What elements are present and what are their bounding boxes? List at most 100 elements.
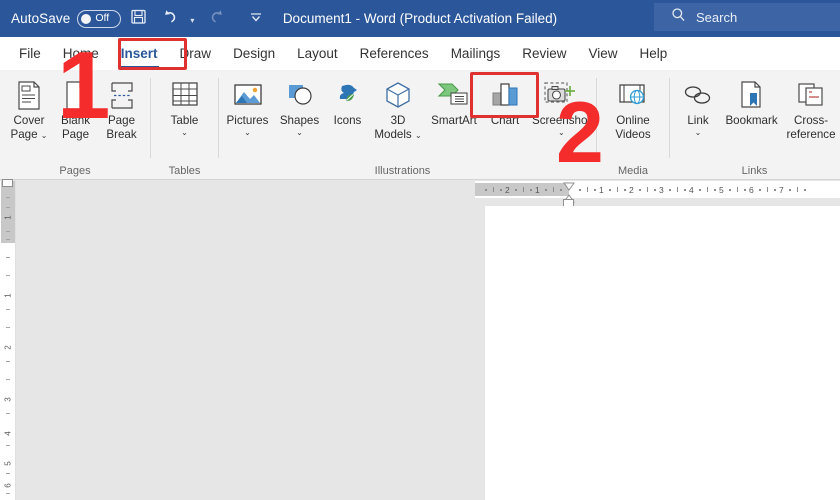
- page-break-button[interactable]: Page Break: [100, 76, 144, 141]
- ribbon-group-media: Online Videos Media: [597, 70, 669, 180]
- chevron-down-icon[interactable]: ⌄: [181, 128, 188, 138]
- tab-help[interactable]: Help: [629, 37, 679, 70]
- chevron-down-icon: ▾: [190, 15, 195, 25]
- tab-view[interactable]: View: [577, 37, 628, 70]
- page-break-label-line2: Break: [106, 127, 137, 141]
- search-placeholder: Search: [696, 9, 738, 25]
- document-page[interactable]: [485, 206, 840, 500]
- horizontal-ruler[interactable]: 2 1 1 2 3 4 5 6 7: [475, 181, 840, 198]
- page-gutter: [475, 198, 485, 500]
- cross-reference-button[interactable]: Cross- reference: [783, 76, 839, 141]
- group-label-pages: Pages: [59, 165, 91, 177]
- autosave-toggle[interactable]: Off: [77, 9, 122, 28]
- search-icon: [671, 7, 686, 27]
- chevron-down-icon[interactable]: ⌄: [558, 128, 565, 138]
- 3d-models-button[interactable]: 3D Models ⌄: [370, 76, 426, 141]
- vruler-num-6: 5: [3, 461, 13, 466]
- shapes-icon: [284, 78, 316, 112]
- autosave-label: AutoSave: [11, 11, 71, 26]
- cover-page-label-line2: Page ⌄: [10, 128, 47, 142]
- title-bar: AutoSave Off ▾ Document1 - Word (Product…: [0, 0, 840, 37]
- table-button[interactable]: Table ⌄: [163, 76, 207, 138]
- chevron-down-icon[interactable]: ⌄: [41, 131, 48, 140]
- pictures-label: Pictures: [226, 114, 269, 127]
- hruler-num-2: 2: [629, 185, 634, 195]
- tab-mailings[interactable]: Mailings: [440, 37, 512, 70]
- tab-file[interactable]: File: [8, 37, 52, 70]
- smartart-button[interactable]: SmartArt: [426, 76, 482, 128]
- chart-button[interactable]: Chart: [482, 76, 528, 128]
- bookmark-button[interactable]: Bookmark: [722, 76, 781, 128]
- chart-label: Chart: [490, 114, 520, 127]
- screenshot-label: Screenshot: [532, 114, 591, 127]
- ribbon-group-links: Link ⌄ Bookmark Cross- reference Links: [670, 70, 839, 180]
- tab-insert[interactable]: Insert: [110, 37, 169, 70]
- vruler-num-5: 4: [3, 431, 13, 436]
- icons-icon: [332, 78, 364, 112]
- group-label-links: Links: [741, 165, 768, 177]
- icons-button[interactable]: Icons: [325, 76, 370, 128]
- bookmark-icon: [737, 78, 767, 112]
- blank-page-label-line2: Page: [61, 127, 90, 141]
- chart-icon: [489, 78, 521, 112]
- hanging-indent-handle[interactable]: [563, 190, 575, 203]
- online-videos-button[interactable]: Online Videos: [611, 76, 655, 141]
- tab-design[interactable]: Design: [222, 37, 286, 70]
- ribbon-groups: Cover Page ⌄ Blank Page Page Break Pages…: [0, 70, 840, 180]
- 3d-models-label: 3D: [390, 114, 406, 127]
- cross-reference-label: Cross-: [793, 114, 829, 127]
- tab-layout[interactable]: Layout: [286, 37, 349, 70]
- hruler-num-1: 1: [599, 185, 604, 195]
- cover-page-label: Cover: [13, 114, 45, 127]
- blank-page-button[interactable]: Blank Page: [54, 76, 98, 141]
- ribbon: Cover Page ⌄ Blank Page Page Break Pages…: [0, 70, 840, 180]
- pictures-button[interactable]: Pictures ⌄: [221, 76, 274, 138]
- customize-quick-access-toolbar-button[interactable]: [241, 4, 271, 34]
- vertical-margin-handle[interactable]: [2, 179, 13, 187]
- tab-home[interactable]: Home: [52, 37, 110, 70]
- chevron-down-icon[interactable]: ⌄: [695, 128, 702, 138]
- customize-qat-icon: [248, 10, 264, 28]
- shapes-label: Shapes: [279, 114, 320, 127]
- document-canvas-left: [17, 181, 475, 500]
- group-label-tables: Tables: [168, 165, 201, 177]
- tab-review[interactable]: Review: [511, 37, 577, 70]
- cover-page-icon: [15, 78, 43, 112]
- tab-draw[interactable]: Draw: [169, 37, 223, 70]
- shapes-button[interactable]: Shapes ⌄: [274, 76, 325, 138]
- save-button[interactable]: [123, 4, 153, 34]
- 3d-models-label-line2: Models ⌄: [374, 128, 421, 142]
- hruler-num-1-left: 1: [535, 185, 540, 195]
- online-videos-label: Online: [616, 114, 650, 127]
- ribbon-group-tables: Table ⌄ Tables: [151, 70, 218, 180]
- autosave-toggle-state: Off: [95, 12, 110, 25]
- pictures-icon: [232, 78, 264, 112]
- table-label: Table: [170, 114, 199, 127]
- link-icon: [682, 78, 714, 112]
- undo-button[interactable]: [155, 4, 185, 34]
- bookmark-label: Bookmark: [725, 114, 778, 127]
- ribbon-group-illustrations: Pictures ⌄ Shapes ⌄ Icons 3D Models ⌄ Sm…: [219, 70, 596, 180]
- autosave-toggle-knob: [81, 13, 92, 24]
- chevron-down-icon[interactable]: ⌄: [415, 131, 422, 140]
- tab-references[interactable]: References: [349, 37, 440, 70]
- vruler-num-3: 2: [3, 345, 13, 350]
- group-label-illustrations: Illustrations: [374, 165, 431, 177]
- table-icon: [168, 78, 202, 112]
- chevron-down-icon[interactable]: ⌄: [244, 128, 251, 138]
- cover-page-label2-text: Page: [10, 127, 38, 141]
- screenshot-button[interactable]: Screenshot ⌄: [528, 76, 595, 138]
- link-button[interactable]: Link ⌄: [676, 76, 720, 138]
- search-box[interactable]: Search: [654, 3, 840, 31]
- cross-reference-icon: [795, 78, 827, 112]
- hruler-num-7: 7: [779, 185, 784, 195]
- cross-reference-label-line2: reference: [786, 127, 836, 141]
- blank-page-label: Blank: [60, 114, 90, 127]
- undo-dropdown-arrow[interactable]: ▾: [185, 4, 199, 34]
- hruler-num-6: 6: [749, 185, 754, 195]
- cover-page-button[interactable]: Cover Page ⌄: [6, 76, 51, 141]
- redo-button[interactable]: [201, 4, 231, 34]
- vertical-ruler[interactable]: 1 1 2 3 4 5 6: [0, 179, 16, 500]
- chevron-down-icon[interactable]: ⌄: [296, 128, 303, 138]
- ribbon-tab-strip: File Home Insert Draw Design Layout Refe…: [0, 37, 840, 70]
